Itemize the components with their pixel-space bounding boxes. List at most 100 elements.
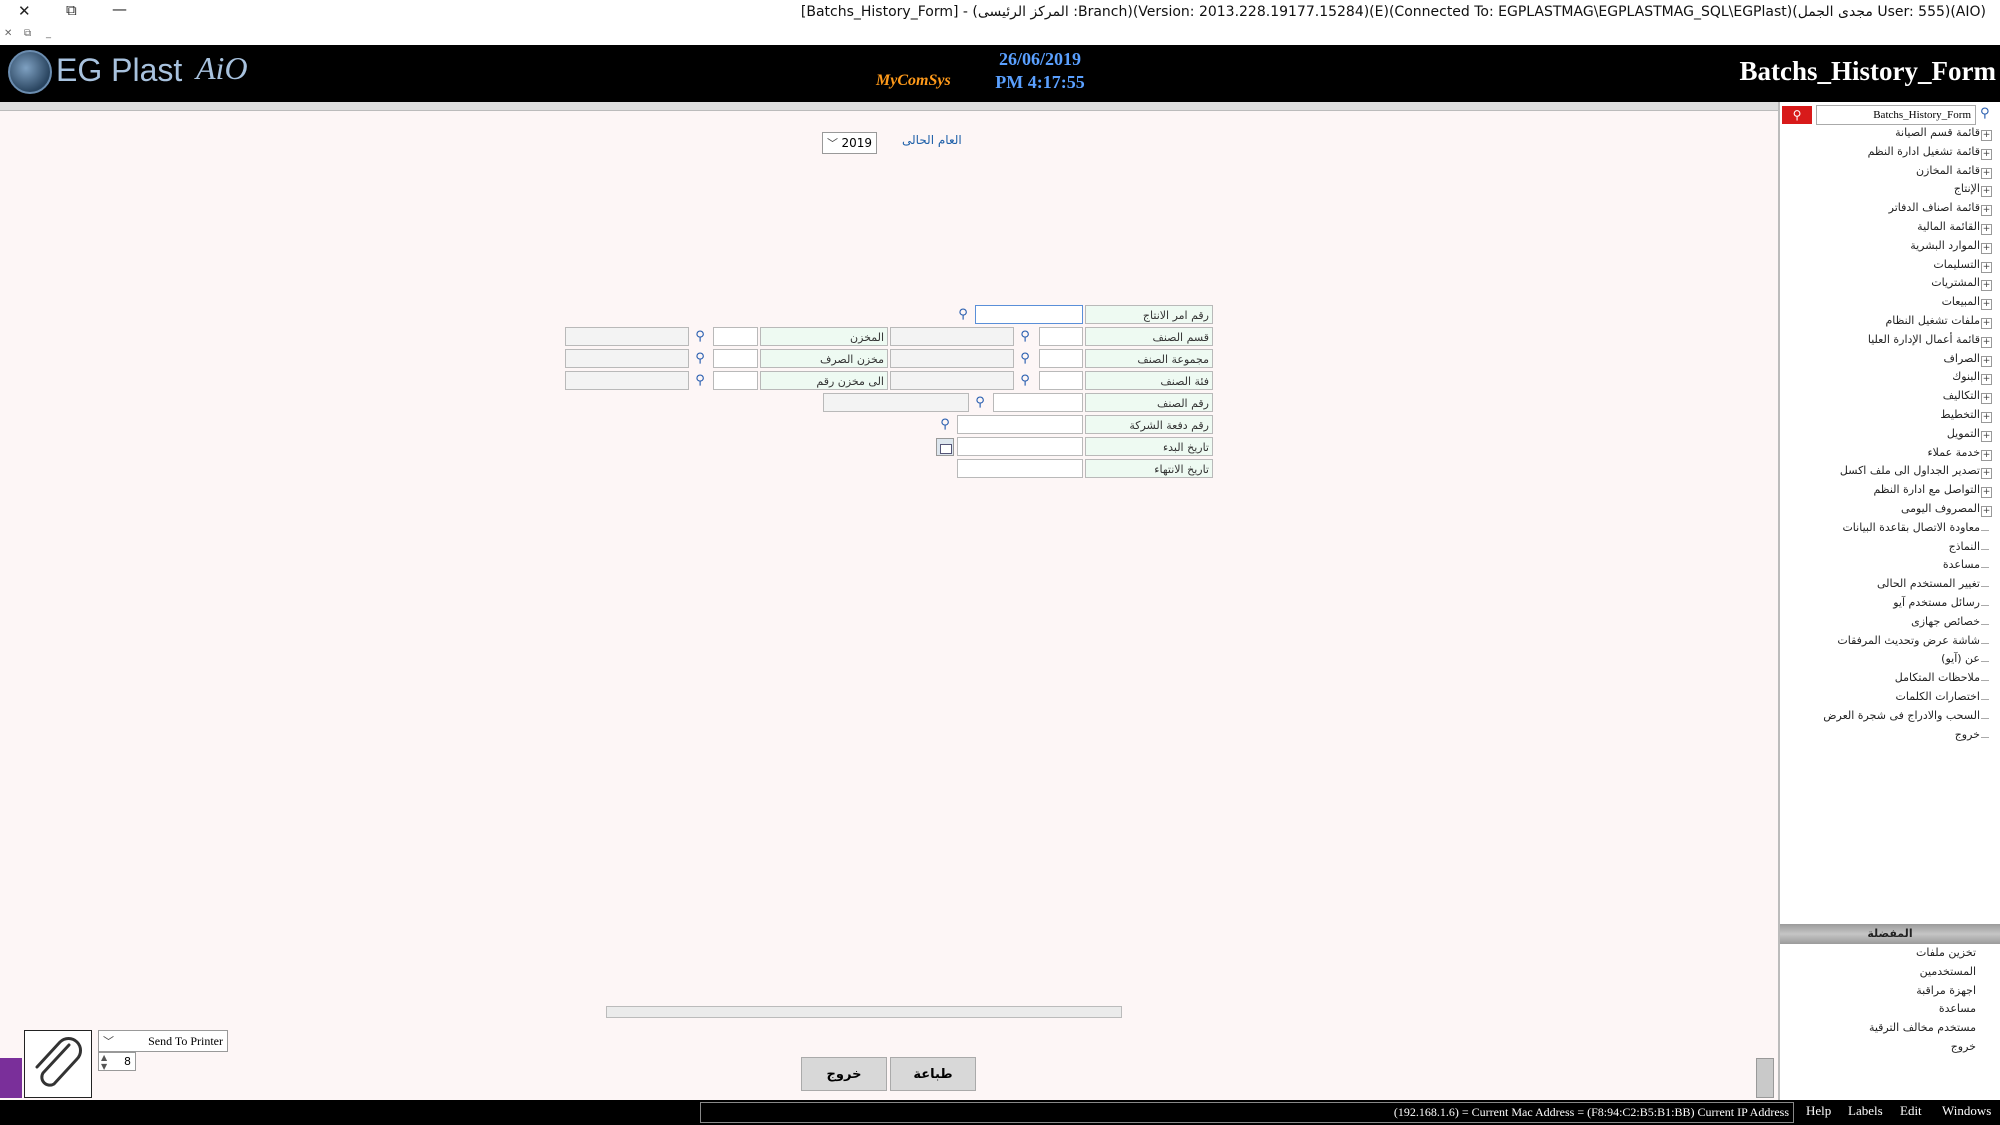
tree-item[interactable]: قائمة المخازن [1916, 164, 1980, 182]
year-select[interactable]: ﹀ 2019 [822, 132, 877, 154]
item-number-input[interactable] [993, 393, 1083, 412]
expand-icon[interactable]: + [1981, 205, 1992, 217]
tree-item[interactable]: التكاليف [1943, 389, 1980, 407]
expand-icon[interactable]: + [1981, 242, 1992, 254]
mdi-restore-icon[interactable]: ⧉ [24, 28, 31, 39]
search-icon[interactable]: ⚲ [1017, 350, 1033, 367]
tree-item[interactable]: ملفات تشغيل النظام [1885, 314, 1980, 332]
tree-item[interactable]: خروج [1955, 728, 1980, 746]
expand-icon[interactable]: + [1981, 412, 1992, 423]
tree-item[interactable]: شاشة عرض وتحديث المرفقات [1837, 634, 1980, 652]
expand-icon[interactable]: + [1981, 186, 1992, 198]
start-date-input[interactable] [957, 437, 1083, 456]
side-search-input[interactable]: Batchs_History_Form [1816, 105, 1976, 125]
expand-icon[interactable]: + [1981, 506, 1992, 517]
item-section-code-input[interactable] [1039, 327, 1083, 346]
tree-item[interactable]: قائمة تشغيل ادارة النظم [1868, 145, 1980, 163]
tree-item[interactable]: تغيير المستخدم الحالى [1877, 577, 1980, 595]
mdi-close-icon[interactable]: ✕ [4, 28, 12, 39]
item-class-code-input[interactable] [1039, 371, 1083, 390]
menu-help[interactable]: Help [1806, 1103, 1831, 1119]
shortcut-item[interactable]: خروج [1951, 1040, 1976, 1058]
expand-icon[interactable]: + [1981, 224, 1992, 235]
shortcut-item[interactable]: المستخدمين [1920, 965, 1976, 983]
tree-item[interactable]: التسليمات [1933, 258, 1980, 276]
menu-windows[interactable]: Windows [1942, 1103, 1991, 1119]
tree-item[interactable]: تصدير الجداول الى ملف اكسل [1840, 464, 1980, 482]
side-search-button[interactable]: ⚲ [1782, 106, 1812, 124]
issue-store-code-input[interactable] [713, 349, 758, 368]
production-order-input[interactable] [975, 305, 1083, 324]
tree-item[interactable]: الصراف [1944, 352, 1980, 370]
search-icon[interactable]: ⚲ [937, 416, 953, 433]
exit-button[interactable]: خروج [801, 1057, 887, 1091]
tree-item[interactable]: مساعدة [1943, 558, 1980, 576]
print-button[interactable]: طباعة [890, 1057, 976, 1091]
tree-item[interactable]: السحب والادراج فى شجرة العرض [1823, 709, 1980, 727]
expand-icon[interactable]: + [1981, 355, 1992, 367]
calendar-icon[interactable] [936, 438, 954, 456]
expand-icon[interactable]: + [1981, 167, 1992, 179]
expand-icon[interactable]: + [1981, 430, 1992, 442]
end-date-input[interactable] [957, 459, 1083, 478]
tree-item[interactable]: البنوك [1952, 370, 1980, 388]
search-icon[interactable]: ⚲ [1980, 106, 1990, 121]
tree-item[interactable]: التمويل [1947, 427, 1980, 445]
shortcut-item[interactable]: مستخدم مخالف الترقية [1869, 1021, 1976, 1039]
store-code-input[interactable] [713, 327, 758, 346]
tree-item[interactable]: المبيعات [1942, 295, 1980, 313]
attachment-button[interactable] [24, 1030, 92, 1098]
search-icon[interactable]: ⚲ [1017, 372, 1033, 389]
search-icon[interactable]: ⚲ [972, 394, 988, 411]
restore-icon[interactable]: ⧉ [66, 1, 77, 19]
tree-item[interactable]: النماذج [1949, 540, 1980, 558]
printer-select[interactable]: ﹀ Send To Printer [98, 1030, 228, 1052]
tree-item[interactable]: الموارد البشرية [1910, 239, 1980, 257]
expand-icon[interactable]: + [1981, 261, 1992, 273]
shortcut-item[interactable]: تخزين ملفات [1916, 946, 1976, 964]
search-icon[interactable]: ⚲ [1017, 328, 1033, 345]
minimize-icon[interactable]: — [112, 0, 127, 18]
copies-stepper[interactable]: ▲ ▼ 8 [98, 1052, 136, 1071]
close-icon[interactable]: ✕ [18, 2, 31, 20]
tree-item[interactable]: القائمة المالية [1917, 220, 1980, 238]
tree-item[interactable]: المصروف اليومى [1901, 502, 1980, 520]
expand-icon[interactable]: + [1981, 336, 1992, 348]
tree-item[interactable]: قائمة أعمال الإدارة العليا [1868, 333, 1980, 351]
tree-item[interactable]: المشتريات [1931, 276, 1980, 294]
expand-icon[interactable]: + [1981, 468, 1992, 480]
expand-icon[interactable]: + [1981, 374, 1992, 386]
shortcut-item[interactable]: اجهزة مراقبة [1916, 984, 1976, 1002]
expand-icon[interactable]: + [1981, 318, 1992, 329]
search-icon[interactable]: ⚲ [692, 350, 708, 367]
tree-item[interactable]: قائمة اصناف الدفاتر [1889, 201, 1980, 219]
expand-icon[interactable]: + [1981, 449, 1992, 461]
tree-item[interactable]: قائمة قسم الصيانة [1895, 126, 1980, 144]
search-icon[interactable]: ⚲ [692, 372, 708, 389]
expand-icon[interactable]: + [1981, 393, 1992, 405]
expand-icon[interactable]: + [1981, 299, 1992, 311]
stepper-arrows-icon[interactable]: ▲ ▼ [101, 1053, 107, 1071]
expand-icon[interactable]: + [1981, 130, 1992, 141]
tree-item[interactable]: التخطيط [1940, 408, 1980, 426]
to-store-code-input[interactable] [713, 371, 758, 390]
tree-item[interactable]: خصائص جهازى [1911, 615, 1980, 633]
mdi-minimize-icon[interactable]: _ [46, 28, 51, 39]
search-icon[interactable]: ⚲ [955, 306, 971, 323]
expand-icon[interactable]: + [1981, 280, 1992, 292]
tree-item[interactable]: عن (آيو) [1941, 652, 1980, 670]
tree-item[interactable]: معاودة الاتصال بقاعدة البيانات [1842, 521, 1980, 539]
company-batch-input[interactable] [957, 415, 1083, 434]
menu-labels[interactable]: Labels [1848, 1103, 1883, 1119]
search-icon[interactable]: ⚲ [692, 328, 708, 345]
tree-item[interactable]: رسائل مستخدم آيو [1893, 596, 1980, 614]
tree-item[interactable]: خدمة عملاء [1927, 446, 1980, 464]
expand-icon[interactable]: + [1981, 487, 1992, 499]
menu-edit[interactable]: Edit [1900, 1103, 1922, 1119]
shortcut-item[interactable]: مساعدة [1939, 1002, 1976, 1020]
right-side-tab[interactable] [1756, 1058, 1774, 1098]
tree-item[interactable]: اختصارات الكلمات [1896, 690, 1980, 708]
tree-item[interactable]: التواصل مع ادارة النظم [1873, 483, 1980, 501]
tree-item[interactable]: ملاحظات المتكامل [1895, 671, 1980, 689]
item-group-code-input[interactable] [1039, 349, 1083, 368]
